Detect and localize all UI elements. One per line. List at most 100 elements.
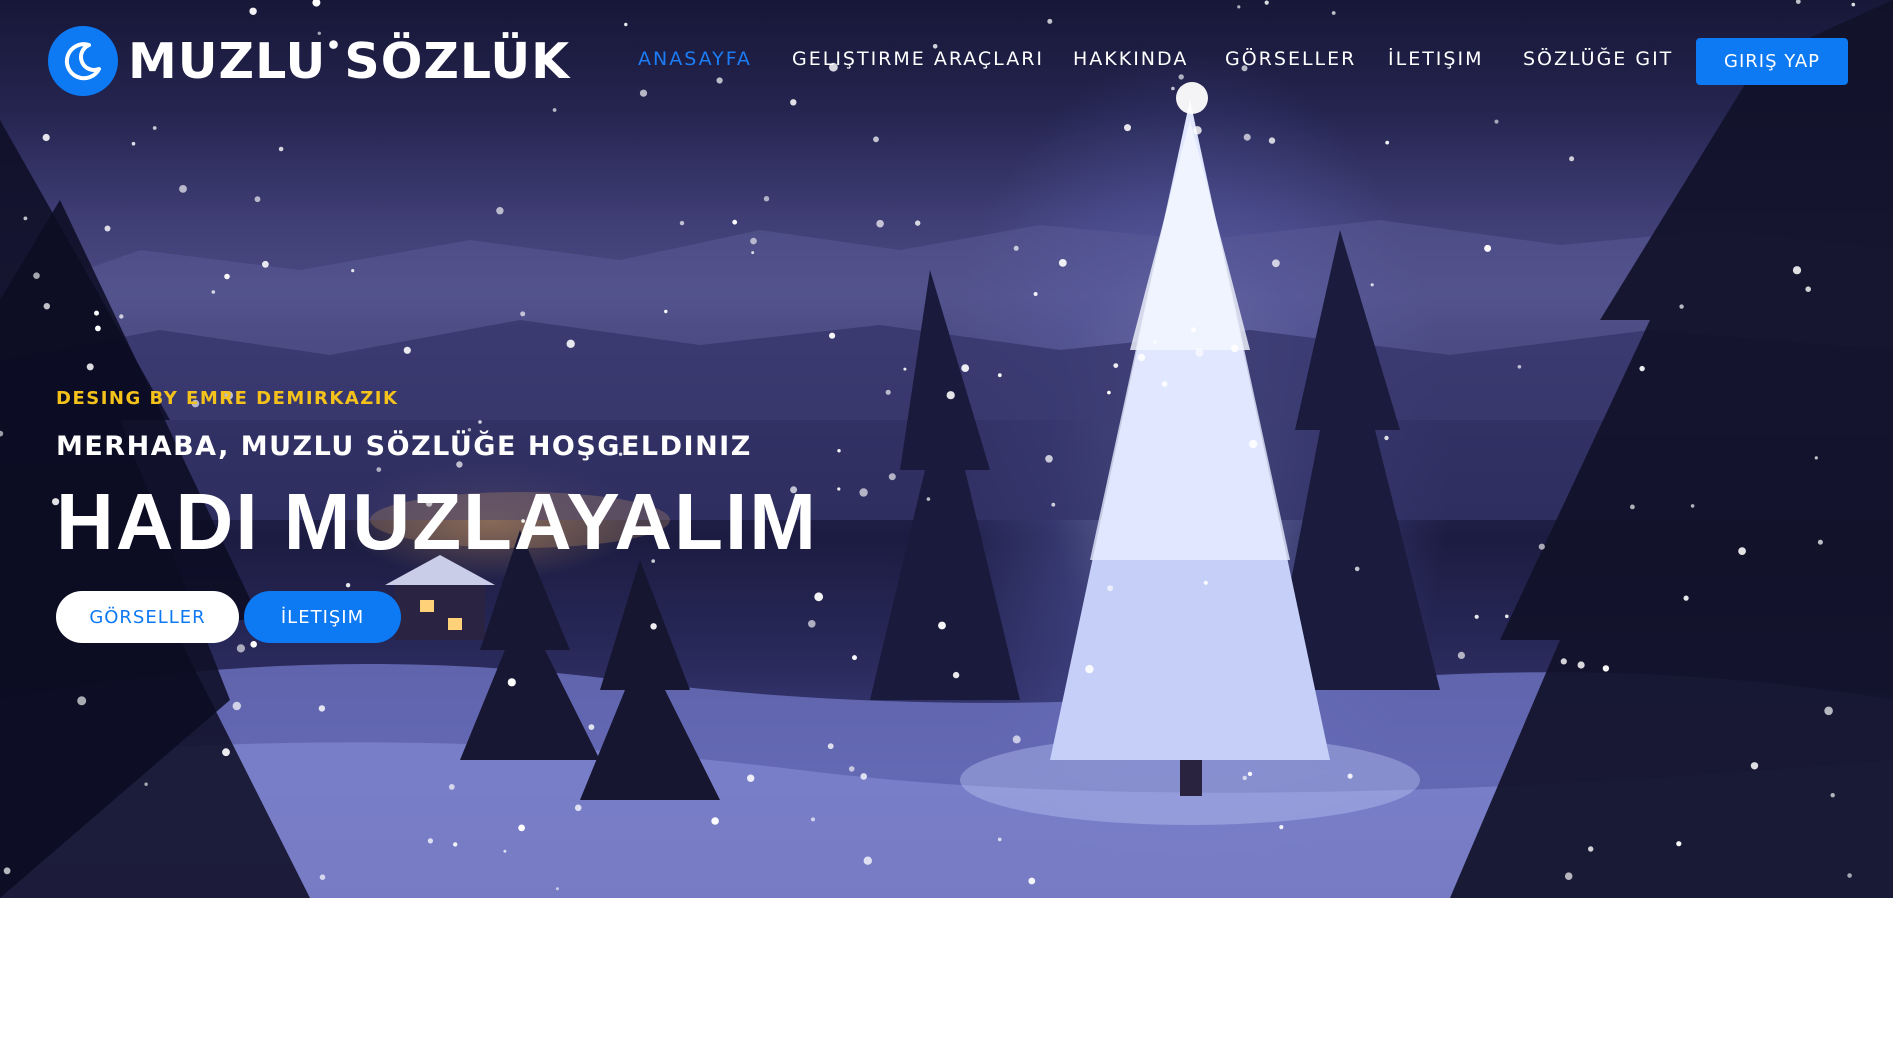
snowflake bbox=[650, 623, 657, 630]
snowflake bbox=[997, 373, 1002, 378]
snowflake bbox=[1195, 348, 1204, 357]
snowflake bbox=[711, 817, 719, 825]
snowflake bbox=[1630, 504, 1635, 510]
snowflake bbox=[236, 644, 245, 653]
snowflake bbox=[848, 766, 855, 772]
snowflake bbox=[1272, 259, 1280, 268]
snowflake bbox=[588, 724, 595, 730]
snowflake bbox=[1494, 119, 1499, 124]
snowflake bbox=[1457, 651, 1465, 660]
nav-item-sozluge-git[interactable]: SÖZLÜĞE GIT bbox=[1523, 48, 1673, 70]
navbar: MUZLU SÖZLÜK ANASAYFA GELIŞTIRME ARAÇLAR… bbox=[0, 0, 1893, 120]
snowflake bbox=[859, 488, 868, 497]
snowflake bbox=[1268, 137, 1276, 144]
snowflake bbox=[1354, 566, 1360, 572]
snowflake bbox=[262, 260, 269, 268]
snowflake bbox=[1124, 124, 1131, 132]
snowflake bbox=[179, 185, 187, 193]
snowflake bbox=[1231, 344, 1239, 353]
snowflake bbox=[827, 743, 834, 750]
snowflake bbox=[1107, 390, 1111, 395]
nav-item-hakkinda[interactable]: HAKKINDA bbox=[1073, 48, 1188, 70]
snowflake bbox=[222, 748, 230, 757]
snowflake bbox=[1279, 825, 1284, 830]
hero-welcome: MERHABA, MUZLU SÖZLÜĞE HOŞGELDINIZ bbox=[56, 431, 752, 462]
nav-item-gelistirme-araclari[interactable]: GELIŞTIRME ARAÇLARI bbox=[792, 48, 1044, 70]
snowflake bbox=[318, 705, 326, 712]
snowflake bbox=[1249, 439, 1258, 449]
snowflake bbox=[751, 251, 755, 255]
snowflake bbox=[1517, 365, 1522, 369]
snowflake bbox=[427, 838, 433, 844]
snowflake bbox=[1676, 841, 1682, 847]
snowflake bbox=[814, 592, 824, 602]
snowflake bbox=[1051, 502, 1056, 507]
snowflake bbox=[1370, 283, 1374, 287]
snowflake bbox=[1484, 244, 1492, 252]
snowflake bbox=[1577, 661, 1585, 669]
snowflake bbox=[104, 225, 111, 232]
snowflake bbox=[254, 196, 261, 203]
snowflake bbox=[808, 620, 816, 628]
snowflake bbox=[507, 678, 516, 687]
snowflake bbox=[860, 773, 867, 780]
snowflake bbox=[915, 220, 921, 226]
snowflake bbox=[152, 126, 157, 130]
snowflake bbox=[503, 849, 507, 853]
snowflake bbox=[224, 273, 230, 280]
snowflake bbox=[3, 867, 11, 875]
snowflake bbox=[1560, 658, 1567, 665]
snowflake bbox=[555, 887, 559, 891]
snowflake bbox=[42, 133, 50, 142]
snowflake bbox=[319, 874, 326, 880]
snowflake bbox=[1153, 340, 1157, 344]
snowflake bbox=[86, 363, 94, 371]
snowflake bbox=[448, 784, 455, 790]
snowflake bbox=[732, 219, 738, 225]
snowflake bbox=[1013, 245, 1019, 251]
snowflake bbox=[1814, 456, 1818, 460]
snowflake bbox=[952, 671, 960, 679]
snowflake bbox=[1347, 773, 1353, 779]
snowflake bbox=[1385, 140, 1390, 145]
snowflake bbox=[1384, 435, 1389, 441]
snowflake bbox=[903, 367, 907, 371]
snowflake bbox=[1033, 292, 1038, 296]
snowflake bbox=[1538, 543, 1545, 550]
snowflake bbox=[1028, 877, 1036, 885]
nav-item-iletisim[interactable]: İLETIŞIM bbox=[1388, 48, 1483, 70]
main-menu: ANASAYFA GELIŞTIRME ARAÇLARI HAKKINDA GÖ… bbox=[0, 48, 1893, 72]
snowflake bbox=[1602, 665, 1610, 672]
snowflake bbox=[811, 817, 815, 822]
snowflake bbox=[43, 303, 50, 310]
gorseller-button[interactable]: GÖRSELLER bbox=[56, 591, 239, 643]
iletisim-button[interactable]: İLETIŞIM bbox=[244, 591, 401, 643]
snowflake bbox=[131, 141, 136, 146]
snowflake bbox=[403, 346, 411, 354]
login-button[interactable]: GIRIŞ YAP bbox=[1696, 38, 1848, 85]
snowflake bbox=[1085, 664, 1094, 674]
snowflake bbox=[94, 310, 99, 316]
snowflake bbox=[1242, 775, 1247, 781]
snowflake bbox=[1639, 365, 1645, 372]
snowflake bbox=[829, 332, 836, 339]
snowflake bbox=[837, 487, 841, 491]
snowflake bbox=[520, 311, 526, 317]
snowflake bbox=[278, 146, 284, 152]
snowflake bbox=[1243, 133, 1251, 141]
snowflake bbox=[1045, 455, 1053, 463]
snowflake bbox=[1750, 762, 1759, 770]
snowflake bbox=[1847, 873, 1852, 878]
snowflake bbox=[873, 136, 879, 143]
snowflake bbox=[1058, 259, 1067, 267]
snowflake bbox=[1193, 126, 1202, 135]
nav-item-anasayfa[interactable]: ANASAYFA bbox=[638, 48, 752, 70]
nav-item-gorseller[interactable]: GÖRSELLER bbox=[1225, 48, 1356, 70]
snowflake bbox=[938, 621, 946, 630]
snowflake bbox=[574, 804, 582, 812]
hero-text: DESING BY EMRE DEMIRKAZIK MERHABA, MUZLU… bbox=[56, 388, 818, 568]
snowflake bbox=[888, 473, 896, 481]
snowflake bbox=[1012, 735, 1021, 744]
hero-tagline: DESING BY EMRE DEMIRKAZIK bbox=[56, 388, 399, 409]
snowflake bbox=[119, 314, 124, 319]
